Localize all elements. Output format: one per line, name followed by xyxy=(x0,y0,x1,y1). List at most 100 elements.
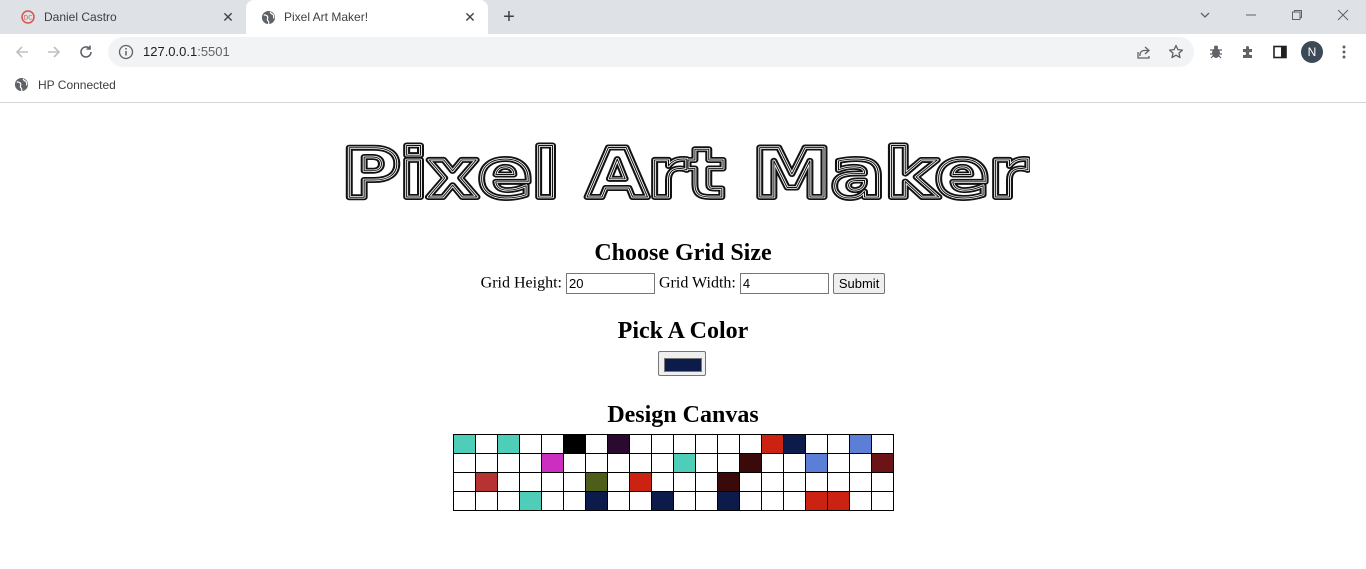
canvas-cell[interactable] xyxy=(453,434,476,454)
canvas-cell[interactable] xyxy=(739,453,762,473)
canvas-cell[interactable] xyxy=(783,491,806,511)
canvas-cell[interactable] xyxy=(497,491,520,511)
canvas-cell[interactable] xyxy=(541,472,564,492)
canvas-cell[interactable] xyxy=(541,434,564,454)
tab-pixel-art-maker[interactable]: Pixel Art Maker! ✕ xyxy=(246,0,488,34)
canvas-cell[interactable] xyxy=(497,434,520,454)
canvas-cell[interactable] xyxy=(629,472,652,492)
canvas-cell[interactable] xyxy=(717,453,740,473)
canvas-cell[interactable] xyxy=(783,472,806,492)
canvas-cell[interactable] xyxy=(849,472,872,492)
tab-daniel-castro[interactable]: DC Daniel Castro ✕ xyxy=(6,0,246,34)
canvas-cell[interactable] xyxy=(805,434,828,454)
canvas-cell[interactable] xyxy=(519,453,542,473)
canvas-cell[interactable] xyxy=(629,453,652,473)
submit-button[interactable]: Submit xyxy=(832,273,886,294)
canvas-cell[interactable] xyxy=(651,434,674,454)
back-icon[interactable] xyxy=(8,38,36,66)
canvas-cell[interactable] xyxy=(739,472,762,492)
address-bar[interactable]: 127.0.0.1:5501 xyxy=(108,37,1194,67)
reload-icon[interactable] xyxy=(72,38,100,66)
canvas-cell[interactable] xyxy=(475,472,498,492)
more-menu-icon[interactable] xyxy=(1334,42,1354,62)
canvas-cell[interactable] xyxy=(563,453,586,473)
canvas-cell[interactable] xyxy=(761,434,784,454)
canvas-cell[interactable] xyxy=(827,472,850,492)
canvas-cell[interactable] xyxy=(761,453,784,473)
forward-icon[interactable] xyxy=(40,38,68,66)
canvas-cell[interactable] xyxy=(695,434,718,454)
canvas-cell[interactable] xyxy=(453,453,476,473)
canvas-cell[interactable] xyxy=(871,453,894,473)
grid-height-input[interactable] xyxy=(566,273,655,294)
canvas-cell[interactable] xyxy=(695,453,718,473)
canvas-cell[interactable] xyxy=(805,453,828,473)
canvas-cell[interactable] xyxy=(717,491,740,511)
canvas-cell[interactable] xyxy=(585,472,608,492)
canvas-cell[interactable] xyxy=(717,434,740,454)
canvas-cell[interactable] xyxy=(607,472,630,492)
canvas-cell[interactable] xyxy=(849,453,872,473)
canvas-cell[interactable] xyxy=(607,491,630,511)
canvas-cell[interactable] xyxy=(871,491,894,511)
canvas-cell[interactable] xyxy=(761,491,784,511)
canvas-cell[interactable] xyxy=(607,453,630,473)
grid-width-input[interactable] xyxy=(739,273,829,294)
canvas-cell[interactable] xyxy=(673,472,696,492)
canvas-cell[interactable] xyxy=(497,472,520,492)
canvas-cell[interactable] xyxy=(475,491,498,511)
canvas-cell[interactable] xyxy=(783,453,806,473)
color-picker[interactable] xyxy=(658,351,706,376)
canvas-cell[interactable] xyxy=(673,453,696,473)
extensions-puzzle-icon[interactable] xyxy=(1238,42,1258,62)
canvas-cell[interactable] xyxy=(519,472,542,492)
profile-avatar[interactable]: N xyxy=(1301,41,1323,63)
canvas-cell[interactable] xyxy=(629,491,652,511)
canvas-cell[interactable] xyxy=(871,472,894,492)
new-tab-icon[interactable]: + xyxy=(498,6,520,28)
canvas-cell[interactable] xyxy=(651,491,674,511)
canvas-cell[interactable] xyxy=(585,491,608,511)
canvas-cell[interactable] xyxy=(563,472,586,492)
bug-extension-icon[interactable] xyxy=(1206,42,1226,62)
minimize-icon[interactable] xyxy=(1228,0,1274,30)
canvas-cell[interactable] xyxy=(519,434,542,454)
canvas-cell[interactable] xyxy=(629,434,652,454)
canvas-cell[interactable] xyxy=(849,491,872,511)
canvas-cell[interactable] xyxy=(783,434,806,454)
canvas-cell[interactable] xyxy=(453,472,476,492)
bookmark-star-icon[interactable] xyxy=(1168,44,1184,60)
tab-search-chevron-icon[interactable] xyxy=(1182,0,1228,30)
canvas-cell[interactable] xyxy=(453,491,476,511)
canvas-cell[interactable] xyxy=(695,472,718,492)
canvas-cell[interactable] xyxy=(497,453,520,473)
canvas-cell[interactable] xyxy=(717,472,740,492)
canvas-cell[interactable] xyxy=(475,434,498,454)
canvas-cell[interactable] xyxy=(827,491,850,511)
canvas-cell[interactable] xyxy=(585,453,608,473)
canvas-cell[interactable] xyxy=(541,453,564,473)
canvas-cell[interactable] xyxy=(519,491,542,511)
canvas-cell[interactable] xyxy=(673,491,696,511)
canvas-cell[interactable] xyxy=(651,453,674,473)
canvas-cell[interactable] xyxy=(585,434,608,454)
canvas-cell[interactable] xyxy=(739,491,762,511)
canvas-cell[interactable] xyxy=(739,434,762,454)
close-window-icon[interactable] xyxy=(1320,0,1366,30)
canvas-cell[interactable] xyxy=(695,491,718,511)
canvas-cell[interactable] xyxy=(805,491,828,511)
canvas-cell[interactable] xyxy=(761,472,784,492)
canvas-cell[interactable] xyxy=(651,472,674,492)
canvas-cell[interactable] xyxy=(871,434,894,454)
canvas-cell[interactable] xyxy=(827,434,850,454)
share-icon[interactable] xyxy=(1136,44,1152,60)
canvas-cell[interactable] xyxy=(849,434,872,454)
canvas-cell[interactable] xyxy=(673,434,696,454)
site-info-icon[interactable] xyxy=(118,44,134,60)
canvas-cell[interactable] xyxy=(475,453,498,473)
restore-icon[interactable] xyxy=(1274,0,1320,30)
close-tab-icon[interactable]: ✕ xyxy=(220,9,236,25)
canvas-cell[interactable] xyxy=(805,472,828,492)
canvas-cell[interactable] xyxy=(563,491,586,511)
side-panel-icon[interactable] xyxy=(1270,42,1290,62)
